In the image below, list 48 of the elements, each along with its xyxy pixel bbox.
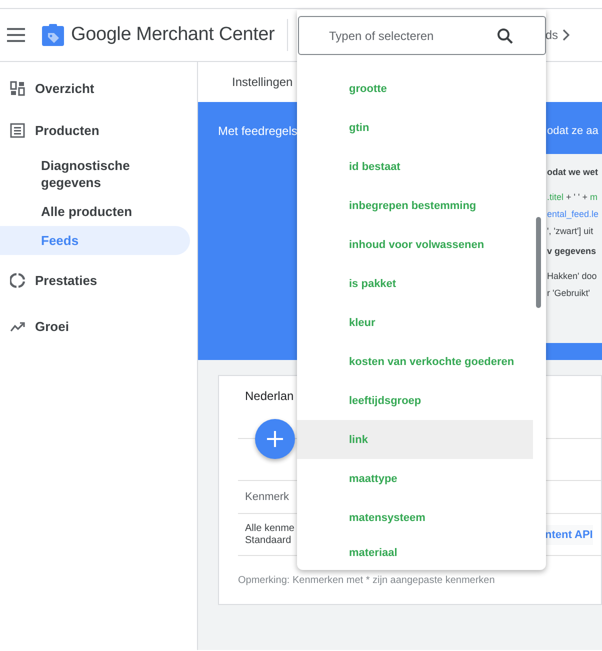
example-line: ental_feed.le bbox=[547, 208, 599, 221]
menu-icon[interactable] bbox=[7, 28, 25, 42]
scrollbar-thumb[interactable] bbox=[536, 217, 541, 308]
example-line: .titel + ' ' + m bbox=[547, 191, 598, 204]
example-line: ', 'zwart'] uit bbox=[547, 225, 594, 238]
nav-subitem[interactable]: Feeds bbox=[0, 226, 190, 255]
search-icon bbox=[497, 28, 513, 44]
menu-option[interactable]: kosten van verkochte goederen bbox=[297, 342, 533, 381]
table-cell: Alle kenme Standaard bbox=[245, 522, 294, 546]
menu-option[interactable]: inbegrepen bestemming bbox=[297, 186, 533, 225]
source-link[interactable]: ntent API bbox=[545, 524, 593, 544]
example-heading: v gegevens bbox=[547, 245, 596, 258]
shopping-tag-logo-icon bbox=[42, 24, 64, 46]
breadcrumb-link[interactable]: ds bbox=[545, 28, 558, 42]
menu-option[interactable]: kleur bbox=[297, 303, 533, 342]
menu-option[interactable]: maattype bbox=[297, 459, 533, 498]
column-header: Kenmerk bbox=[245, 491, 290, 503]
nav-item[interactable]: Groei bbox=[0, 301, 197, 351]
nav-item[interactable]: Prestaties bbox=[0, 259, 197, 301]
nav-subitem[interactable]: Alle producten bbox=[0, 197, 190, 226]
banner-text: odat ze aa bbox=[547, 125, 598, 137]
example-heading: odat we wet bbox=[547, 166, 598, 179]
menu-option[interactable]: gtin bbox=[297, 108, 533, 147]
menu-option[interactable]: id bestaat bbox=[297, 147, 533, 186]
menu-option[interactable]: matensysteem bbox=[297, 498, 533, 537]
note-text: Opmerking: Kenmerken met * zijn aangepaste kenmerken bbox=[238, 575, 495, 586]
menu-option[interactable]: leeftijdsgroep bbox=[297, 381, 533, 420]
card-title: Nederlan bbox=[245, 389, 294, 403]
nav-item[interactable]: Producten bbox=[0, 109, 197, 151]
tab[interactable]: Instellingen bbox=[232, 75, 293, 89]
menu-option[interactable]: materiaal bbox=[297, 537, 533, 569]
add-button[interactable] bbox=[255, 419, 295, 459]
nav-subitem[interactable]: Diagnostische gegevens bbox=[0, 151, 151, 197]
plus-icon bbox=[267, 431, 283, 447]
chevron-right-icon bbox=[562, 29, 570, 41]
menu-option[interactable]: grootte bbox=[297, 69, 533, 108]
nav-item[interactable]: Overzicht bbox=[0, 67, 197, 109]
example-line: Hakken' doo bbox=[547, 270, 597, 283]
menu-option[interactable]: is pakket bbox=[297, 264, 533, 303]
menu-option[interactable]: link bbox=[297, 420, 533, 459]
menu-option[interactable]: inhoud voor volwassenen bbox=[297, 225, 533, 264]
dashboard-icon bbox=[10, 80, 25, 96]
example-line: r 'Gebruikt' bbox=[547, 287, 590, 300]
list-icon bbox=[10, 122, 25, 138]
app-title: Google Merchant Center bbox=[71, 24, 275, 46]
ring-icon bbox=[10, 272, 25, 288]
banner-text: Met feedregels bbox=[218, 124, 298, 138]
search-field[interactable]: Typen of selecteren bbox=[298, 16, 546, 55]
